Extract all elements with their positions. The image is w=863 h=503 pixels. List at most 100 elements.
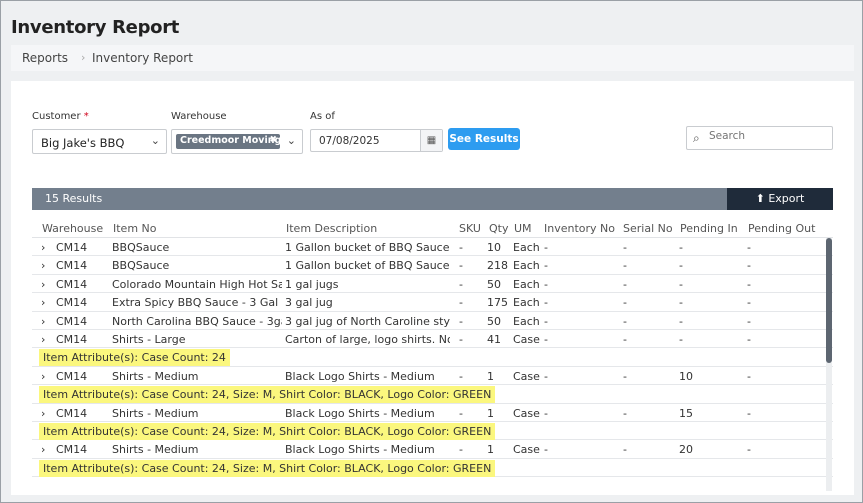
- customer-select[interactable]: Big Jake's BBQ ⌄: [32, 129, 167, 154]
- cell-um: Case: [513, 406, 540, 420]
- cell-warehouse: CM14: [56, 443, 88, 457]
- cell-pout: -: [747, 314, 751, 328]
- expand-chevron-icon[interactable]: ›: [41, 407, 45, 420]
- item-attribute-highlight: Item Attribute(s): Case Count: 24: [39, 349, 230, 367]
- breadcrumb-reports-link[interactable]: Reports: [22, 51, 68, 65]
- cell-um: Case: [513, 443, 540, 457]
- expand-chevron-icon[interactable]: ›: [41, 333, 45, 346]
- warehouse-select[interactable]: Creedmoor Moving S✖ ⌄: [171, 129, 303, 154]
- cell-sku: -: [459, 296, 463, 310]
- cell-um: Each: [513, 277, 540, 291]
- warehouse-label: Warehouse: [171, 111, 227, 122]
- col-item-description[interactable]: Item Description: [286, 222, 377, 235]
- cell-qty: 218: [487, 259, 508, 273]
- table-row[interactable]: › CM14 Colorado Mountain High Hot Sa… 1 gal…: [32, 275, 833, 294]
- col-um[interactable]: UM: [514, 222, 532, 235]
- cell-inv: -: [544, 369, 548, 383]
- page-title: Inventory Report: [11, 17, 180, 38]
- see-results-button[interactable]: See Results: [448, 128, 520, 150]
- export-button[interactable]: ⬆ Export: [727, 188, 833, 210]
- cell-inv: -: [544, 443, 548, 457]
- item-attribute-label: Item Attribute(s):: [43, 461, 139, 475]
- col-inventory-no[interactable]: Inventory No: [544, 222, 615, 235]
- col-item-no[interactable]: Item No: [113, 222, 157, 235]
- chevron-down-icon: ⌄: [150, 134, 160, 147]
- cell-pin: 20: [679, 443, 693, 457]
- cell-warehouse: CM14: [56, 259, 88, 273]
- expand-chevron-icon[interactable]: ›: [41, 259, 45, 272]
- export-label: Export: [768, 192, 805, 205]
- item-attribute-row: Item Attribute(s): Case Count: 24, Size:…: [32, 459, 833, 478]
- remove-chip-icon[interactable]: ✖: [269, 135, 277, 145]
- table-body: › CM14 BBQSauce 1 Gallon bucket of BBQ Sauc…: [32, 238, 833, 478]
- cell-desc: Black Logo Shirts - Medium: [285, 406, 435, 420]
- search-input[interactable]: [709, 130, 827, 142]
- item-attribute-label: Item Attribute(s):: [43, 388, 139, 402]
- expand-chevron-icon[interactable]: ›: [41, 296, 45, 309]
- cell-qty: 1: [487, 369, 494, 383]
- cell-warehouse: CM14: [56, 296, 88, 310]
- cell-pin: -: [679, 296, 683, 310]
- scrollbar-thumb[interactable]: [826, 238, 832, 363]
- cell-serial: -: [623, 314, 627, 328]
- cell-pout: -: [747, 277, 751, 291]
- report-card: Customer * Big Jake's BBQ ⌄ Warehouse Cr…: [11, 81, 854, 495]
- breadcrumb-separator-icon: ›: [81, 51, 86, 64]
- cell-item-no: Extra Spicy BBQ Sauce - 3 Gal: [112, 296, 279, 310]
- cell-sku: -: [459, 259, 463, 273]
- item-attribute-value: Case Count: 24: [141, 351, 226, 365]
- results-count: 15 Results: [32, 188, 727, 210]
- expand-chevron-icon[interactable]: ›: [41, 241, 45, 254]
- table-row[interactable]: › CM14 Extra Spicy BBQ Sauce - 3 Gal 3 gal …: [32, 293, 833, 312]
- calendar-icon[interactable]: ▦: [420, 130, 442, 151]
- chevron-down-icon: ⌄: [286, 134, 296, 147]
- cell-sku: -: [459, 277, 463, 291]
- col-serial-no[interactable]: Serial No: [623, 222, 673, 235]
- cell-pin: -: [679, 277, 683, 291]
- item-attribute-row: Item Attribute(s): Case Count: 24, Size:…: [32, 385, 833, 404]
- cell-pout: -: [747, 296, 751, 310]
- col-pending-out[interactable]: Pending Out: [748, 222, 815, 235]
- cell-serial: -: [623, 241, 627, 254]
- table-row[interactable]: › CM14 Shirts - Large Carton of large, logo…: [32, 330, 833, 349]
- cell-warehouse: CM14: [56, 332, 88, 346]
- cell-sku: -: [459, 332, 463, 346]
- expand-chevron-icon[interactable]: ›: [41, 443, 45, 456]
- cell-warehouse: CM14: [56, 406, 88, 420]
- cell-pout: -: [747, 241, 751, 254]
- cell-inv: -: [544, 314, 548, 328]
- as-of-date-input[interactable]: 07/08/2025 ▦: [310, 129, 443, 152]
- col-qty[interactable]: Qty: [489, 222, 508, 235]
- expand-chevron-icon[interactable]: ›: [41, 315, 45, 328]
- item-attribute-value: Case Count: 24, Size: M, Shirt Color: BL…: [141, 388, 492, 402]
- table-row[interactable]: › CM14 Shirts - Medium Black Logo Shirts - …: [32, 440, 833, 459]
- cell-serial: -: [623, 332, 627, 346]
- col-warehouse[interactable]: Warehouse: [42, 222, 103, 235]
- table-row[interactable]: › CM14 North Carolina BBQ Sauce - 3gal 3 ga…: [32, 312, 833, 330]
- breadcrumb: Reports › Inventory Report: [11, 45, 854, 71]
- cell-inv: -: [544, 277, 548, 291]
- cell-serial: -: [623, 369, 627, 383]
- cell-warehouse: CM14: [56, 314, 88, 328]
- cell-qty: 50: [487, 277, 501, 291]
- col-pending-in[interactable]: Pending In: [680, 222, 738, 235]
- search-box[interactable]: ⌕: [686, 126, 833, 150]
- item-attribute-highlight: Item Attribute(s): Case Count: 24, Size:…: [39, 459, 496, 477]
- col-sku[interactable]: SKU: [459, 222, 481, 235]
- table-row[interactable]: › CM14 BBQSauce 1 Gallon bucket of BBQ Sauc…: [32, 238, 833, 257]
- item-attribute-value: Case Count: 24, Size: M, Shirt Color: BL…: [141, 461, 492, 475]
- cell-pin: 10: [679, 369, 693, 383]
- cell-item-no: BBQSauce: [112, 259, 170, 273]
- table-row[interactable]: › CM14 Shirts - Medium Black Logo Shirts - …: [32, 367, 833, 386]
- expand-chevron-icon[interactable]: ›: [41, 370, 45, 383]
- cell-sku: -: [459, 406, 463, 420]
- table-row[interactable]: › CM14 Shirts - Medium Black Logo Shirts - …: [32, 404, 833, 422]
- expand-chevron-icon[interactable]: ›: [41, 278, 45, 291]
- cell-qty: 41: [487, 332, 501, 346]
- cell-desc: 1 Gallon bucket of BBQ Sauce: [285, 241, 450, 254]
- cell-um: Case: [513, 332, 540, 346]
- table-scrollbar[interactable]: [826, 238, 832, 491]
- cell-pout: -: [747, 369, 751, 383]
- customer-select-value: Big Jake's BBQ: [41, 136, 125, 150]
- table-row[interactable]: › CM14 BBQSauce 1 Gallon bucket of BBQ Sauc…: [32, 256, 833, 275]
